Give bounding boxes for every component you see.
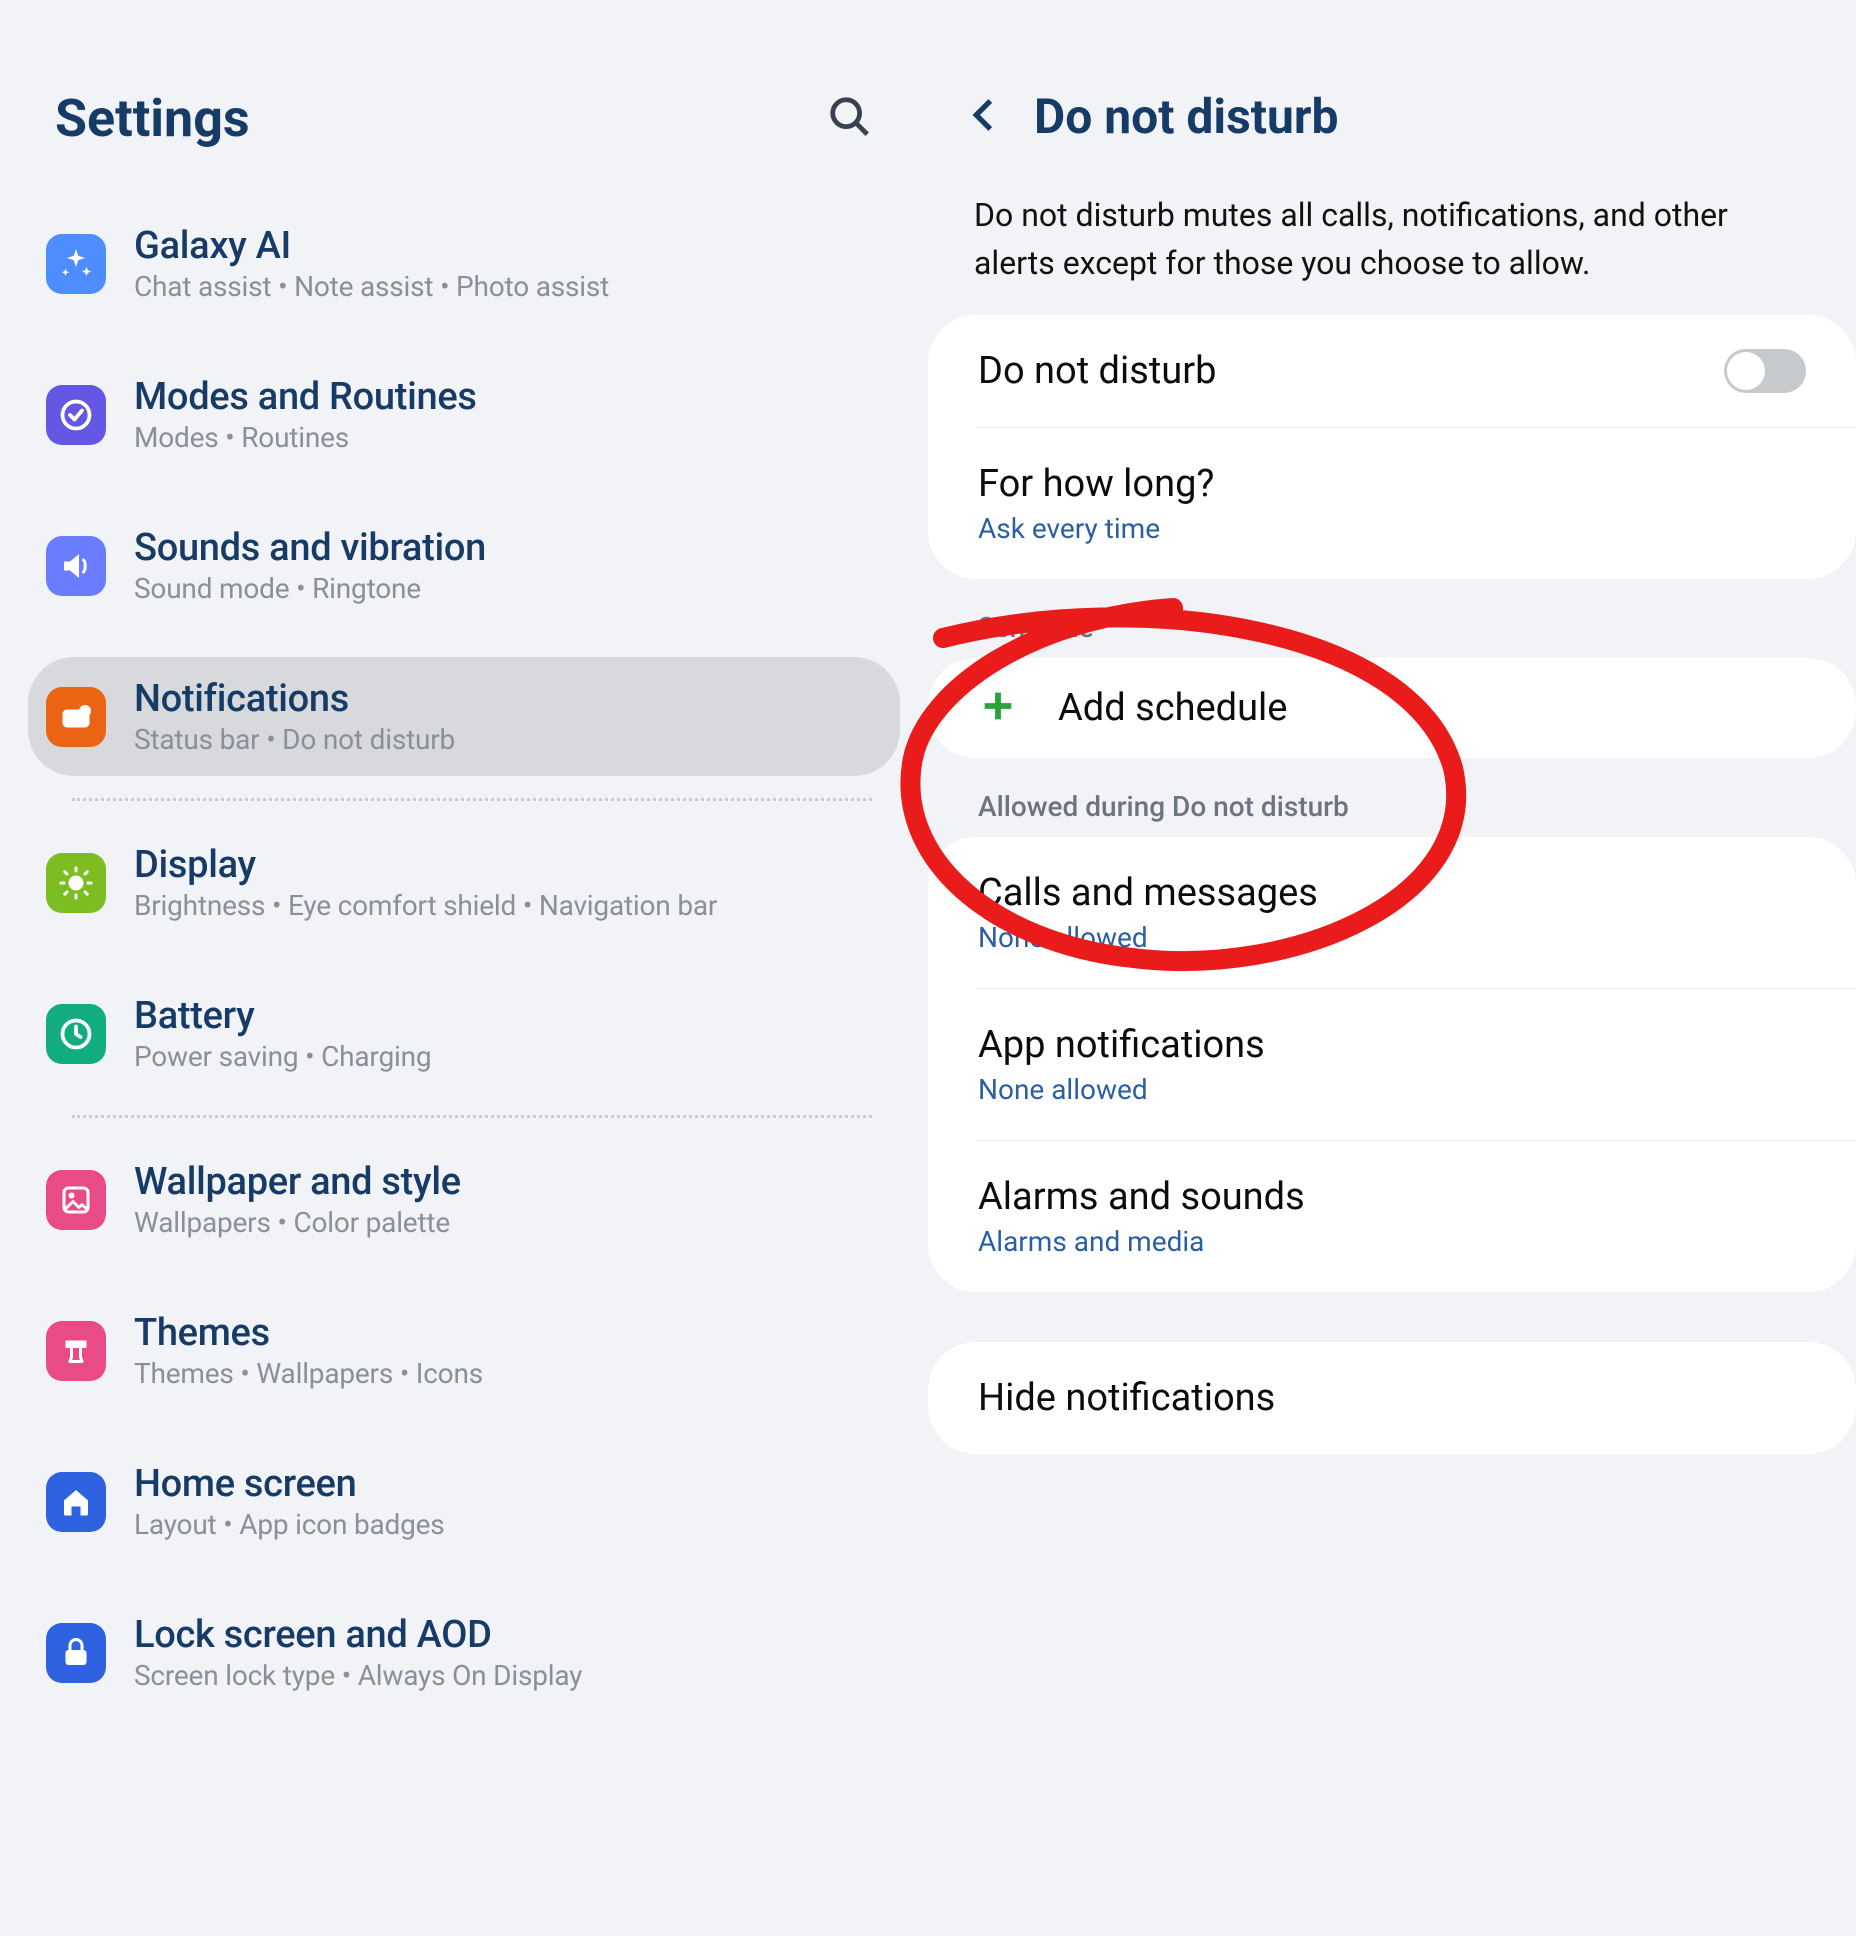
sidebar-item-label: Battery <box>134 994 431 1038</box>
row-title: Calls and messages <box>978 871 1806 915</box>
sidebar-item-sub: Wallpapers • Color palette <box>134 1206 461 1239</box>
sidebar-item-modes-routines[interactable]: Modes and Routines Modes • Routines <box>0 355 928 474</box>
row-how-long[interactable]: For how long? Ask every time <box>976 427 1856 579</box>
row-calls-messages[interactable]: Calls and messages None allowed <box>928 837 1856 988</box>
plus-icon <box>978 686 1018 730</box>
sidebar-item-sub: Sound mode • Ringtone <box>134 572 486 605</box>
sidebar-item-lockscreen[interactable]: Lock screen and AOD Screen lock type • A… <box>0 1593 928 1712</box>
brush-icon <box>46 1321 106 1381</box>
notifications-icon <box>46 687 106 747</box>
sidebar-item-sub: Layout • App icon badges <box>134 1508 445 1541</box>
card-dnd: Do not disturb For how long? Ask every t… <box>928 315 1856 579</box>
lock-icon <box>46 1623 106 1683</box>
row-title: Alarms and sounds <box>978 1175 1806 1219</box>
speaker-icon <box>46 536 106 596</box>
row-title: For how long? <box>978 462 1806 506</box>
sidebar-item-sub: Screen lock type • Always On Display <box>134 1659 582 1692</box>
sidebar-item-label: Notifications <box>134 677 455 721</box>
sidebar-item-galaxy-ai[interactable]: Galaxy AI Chat assist • Note assist • Ph… <box>0 204 928 323</box>
row-alarms-sounds[interactable]: Alarms and sounds Alarms and media <box>976 1140 1856 1292</box>
detail-description: Do not disturb mutes all calls, notifica… <box>928 175 1856 315</box>
card-schedule: Add schedule <box>928 658 1856 758</box>
row-dnd-toggle[interactable]: Do not disturb <box>928 315 1856 427</box>
back-icon[interactable] <box>964 94 1006 140</box>
row-sub: Alarms and media <box>978 1225 1806 1258</box>
sidebar-item-wallpaper[interactable]: Wallpaper and style Wallpapers • Color p… <box>0 1140 928 1259</box>
modes-icon <box>46 385 106 445</box>
row-app-notifications[interactable]: App notifications None allowed <box>976 988 1856 1140</box>
settings-header: Settings <box>0 40 928 204</box>
detail-title: Do not disturb <box>1034 88 1338 145</box>
row-sub: Ask every time <box>978 512 1806 545</box>
sidebar-item-label: Sounds and vibration <box>134 526 486 570</box>
sidebar-item-label: Wallpaper and style <box>134 1160 461 1204</box>
battery-icon <box>46 1004 106 1064</box>
detail-header: Do not disturb <box>928 40 1856 175</box>
row-hide-notifications[interactable]: Hide notifications <box>928 1342 1856 1454</box>
sidebar-item-sub: Themes • Wallpapers • Icons <box>134 1357 483 1390</box>
sidebar-item-sub: Chat assist • Note assist • Photo assist <box>134 270 609 303</box>
image-icon <box>46 1170 106 1230</box>
sidebar-item-label: Display <box>134 843 717 887</box>
row-sub: None allowed <box>978 921 1806 954</box>
sidebar-item-sub: Modes • Routines <box>134 421 477 454</box>
sidebar-item-display[interactable]: Display Brightness • Eye comfort shield … <box>0 823 928 942</box>
divider <box>72 798 872 801</box>
sparkle-icon <box>46 234 106 294</box>
sidebar-item-sub: Power saving • Charging <box>134 1040 431 1073</box>
search-icon[interactable] <box>827 94 873 144</box>
sidebar-item-home[interactable]: Home screen Layout • App icon badges <box>0 1442 928 1561</box>
sidebar-item-label: Lock screen and AOD <box>134 1613 582 1657</box>
add-schedule-label: Add schedule <box>1058 686 1287 730</box>
row-add-schedule[interactable]: Add schedule <box>928 658 1856 758</box>
detail-panel: Do not disturb Do not disturb mutes all … <box>928 0 1856 1712</box>
settings-title: Settings <box>55 88 250 149</box>
sidebar-item-sub: Brightness • Eye comfort shield • Naviga… <box>134 889 717 922</box>
sidebar-item-label: Themes <box>134 1311 483 1355</box>
sidebar-item-sub: Status bar • Do not disturb <box>134 723 455 756</box>
home-icon <box>46 1472 106 1532</box>
sidebar-item-label: Galaxy AI <box>134 224 609 268</box>
card-hide-notifications: Hide notifications <box>928 1342 1856 1454</box>
sidebar-item-sounds[interactable]: Sounds and vibration Sound mode • Ringto… <box>0 506 928 625</box>
sidebar-item-notifications[interactable]: Notifications Status bar • Do not distur… <box>28 657 900 776</box>
dnd-toggle[interactable] <box>1724 349 1806 393</box>
row-title: Hide notifications <box>978 1376 1806 1420</box>
section-allowed-label: Allowed during Do not disturb <box>928 758 1856 837</box>
settings-panel: Settings Galaxy AI Chat assist • Note as… <box>0 0 928 1712</box>
sidebar-item-label: Modes and Routines <box>134 375 477 419</box>
row-title: Do not disturb <box>978 349 1724 393</box>
brightness-icon <box>46 853 106 913</box>
sidebar-item-label: Home screen <box>134 1462 445 1506</box>
section-schedule-label: Schedule <box>928 579 1856 658</box>
sidebar-item-themes[interactable]: Themes Themes • Wallpapers • Icons <box>0 1291 928 1410</box>
row-sub: None allowed <box>978 1073 1806 1106</box>
app-root: Settings Galaxy AI Chat assist • Note as… <box>0 0 1856 1712</box>
divider <box>72 1115 872 1118</box>
card-allowed: Calls and messages None allowed App noti… <box>928 837 1856 1292</box>
row-title: App notifications <box>978 1023 1806 1067</box>
sidebar-item-battery[interactable]: Battery Power saving • Charging <box>0 974 928 1093</box>
